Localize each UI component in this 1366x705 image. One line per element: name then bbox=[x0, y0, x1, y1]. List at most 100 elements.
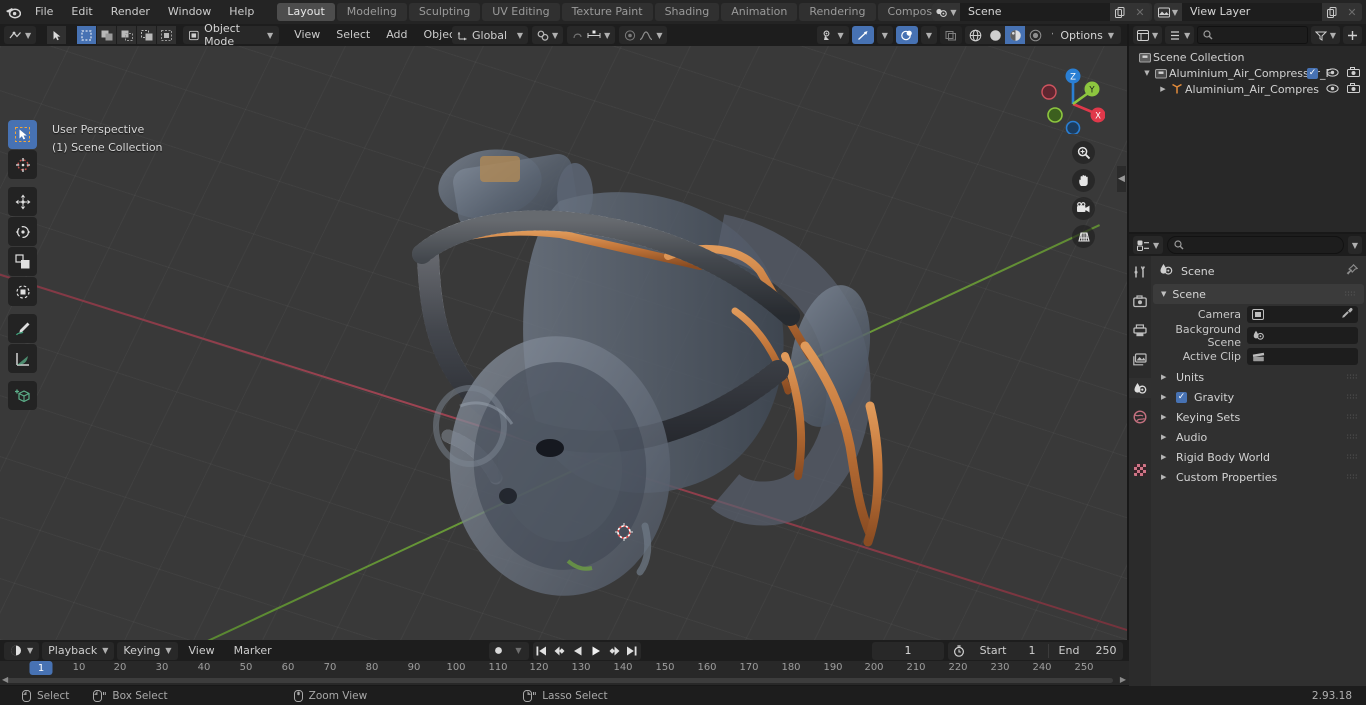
properties-options-button[interactable]: ▼ bbox=[1347, 236, 1362, 254]
xray-toggle-button[interactable] bbox=[940, 26, 962, 44]
material-preview-button[interactable] bbox=[1005, 26, 1025, 44]
subpanel-custom-properties[interactable]: ▶ Custom Properties ∷∷ bbox=[1151, 467, 1366, 487]
rendered-shading-button[interactable] bbox=[1025, 26, 1045, 44]
outliner-search-input[interactable] bbox=[1197, 26, 1308, 44]
viewport-menu-select[interactable]: Select bbox=[328, 26, 378, 44]
stopwatch-icon[interactable] bbox=[948, 644, 970, 657]
eyedropper-icon[interactable] bbox=[1341, 307, 1353, 322]
remove-view-layer-button[interactable]: ✕ bbox=[1342, 3, 1362, 21]
end-frame-value[interactable]: 250 bbox=[1089, 644, 1123, 657]
properties-editor-type-button[interactable]: ▼ bbox=[1133, 236, 1164, 254]
snap-toggle-group[interactable]: ▼ bbox=[567, 26, 616, 44]
tab-uv-editing[interactable]: UV Editing bbox=[482, 3, 560, 21]
annotate-tool[interactable] bbox=[8, 314, 37, 343]
auto-keying-dropdown[interactable]: ▼ bbox=[509, 642, 529, 660]
menu-edit[interactable]: Edit bbox=[62, 0, 101, 24]
gravity-checkbox[interactable]: ✓ bbox=[1176, 391, 1187, 403]
jump-to-next-keyframe-button[interactable] bbox=[605, 642, 623, 660]
play-reverse-button[interactable] bbox=[569, 642, 587, 660]
viewport-menu-view[interactable]: View bbox=[286, 26, 328, 44]
object-mode-selector[interactable]: Object Mode ▼ bbox=[183, 22, 280, 48]
view-layer-icon[interactable]: ▼ bbox=[1154, 3, 1182, 21]
play-button[interactable] bbox=[587, 642, 605, 660]
texture-tab[interactable] bbox=[1129, 460, 1151, 480]
measure-tool[interactable] bbox=[8, 344, 37, 373]
tool-tab[interactable] bbox=[1129, 262, 1151, 282]
new-view-layer-button[interactable] bbox=[1322, 3, 1342, 21]
eye-icon[interactable] bbox=[1326, 83, 1339, 96]
camera-field[interactable] bbox=[1247, 306, 1358, 323]
expand-triangle-icon[interactable]: ▶ bbox=[1157, 85, 1169, 93]
tweak-tool-button[interactable] bbox=[47, 26, 67, 44]
current-frame-field[interactable]: 1 bbox=[872, 641, 944, 660]
zoom-view-icon[interactable] bbox=[1072, 141, 1095, 164]
scroll-right-icon[interactable]: ▶ bbox=[1120, 675, 1126, 684]
cursor-tool[interactable] bbox=[8, 150, 37, 179]
timeline-ruler[interactable]: 1 10 20 30 40 50 60 70 80 90 100 110 120… bbox=[0, 661, 1129, 677]
transform-tool[interactable] bbox=[8, 277, 37, 306]
tab-animation[interactable]: Animation bbox=[721, 3, 798, 21]
scene-panel-header[interactable]: ▼ Scene ∷∷ bbox=[1153, 284, 1364, 304]
subpanel-units[interactable]: ▶ Units ∷∷ bbox=[1151, 367, 1366, 387]
collection-checkbox[interactable]: ✓ bbox=[1307, 67, 1318, 79]
new-scene-button[interactable] bbox=[1110, 3, 1130, 21]
expand-triangle-icon[interactable]: ▶ bbox=[1161, 413, 1169, 421]
tab-layout[interactable]: Layout bbox=[277, 3, 335, 21]
view-layer-tab[interactable] bbox=[1129, 349, 1151, 369]
eye-icon[interactable] bbox=[1326, 67, 1339, 80]
scale-tool[interactable] bbox=[8, 247, 37, 276]
outliner-row-scene-collection[interactable]: Scene Collection bbox=[1129, 49, 1366, 65]
scene-icon[interactable]: ▼ bbox=[932, 3, 960, 21]
overlays-dropdown[interactable]: ▼ bbox=[920, 26, 937, 44]
transform-orientation-selector[interactable]: Global ▼ bbox=[452, 26, 528, 44]
active-clip-field[interactable] bbox=[1247, 348, 1358, 365]
output-tab[interactable] bbox=[1129, 320, 1151, 340]
select-invert-button[interactable] bbox=[137, 26, 157, 44]
expand-triangle-icon[interactable]: ▶ bbox=[1161, 393, 1169, 401]
visibility-selector[interactable]: ▼ bbox=[816, 26, 849, 44]
rotate-tool[interactable] bbox=[8, 217, 37, 246]
gizmo-dropdown[interactable]: ▼ bbox=[876, 26, 893, 44]
expand-triangle-icon[interactable]: ▶ bbox=[1161, 473, 1169, 481]
blender-logo-icon[interactable] bbox=[0, 0, 26, 24]
options-button[interactable]: Options ▼ bbox=[1053, 26, 1121, 44]
view-layer-selector[interactable]: ▼ View Layer ✕ bbox=[1154, 3, 1362, 21]
scene-tab[interactable] bbox=[1129, 378, 1151, 398]
overlays-toggle-button[interactable] bbox=[895, 26, 918, 44]
outliner-row-compressor-collection[interactable]: ▼ Aluminium_Air_Compressor_F ✓ bbox=[1129, 65, 1366, 81]
solid-shading-button[interactable] bbox=[985, 26, 1005, 44]
outliner-editor-type-button[interactable]: ▼ bbox=[1133, 26, 1163, 44]
expand-triangle-icon[interactable]: ▶ bbox=[1161, 433, 1169, 441]
outliner-filter-button[interactable]: ▼ bbox=[1310, 26, 1340, 44]
auto-keyframe-button[interactable] bbox=[489, 642, 509, 660]
remove-scene-button[interactable]: ✕ bbox=[1130, 3, 1150, 21]
compressor-model[interactable] bbox=[400, 106, 930, 606]
tab-texture-paint[interactable]: Texture Paint bbox=[561, 3, 653, 21]
menu-file[interactable]: File bbox=[26, 0, 62, 24]
expand-triangle-icon[interactable]: ▶ bbox=[1161, 373, 1169, 381]
gizmo-toggle-button[interactable] bbox=[851, 26, 874, 44]
outliner-display-mode-button[interactable]: ▼ bbox=[1165, 26, 1195, 44]
scroll-left-icon[interactable]: ◀ bbox=[2, 675, 8, 684]
outliner-new-collection-button[interactable] bbox=[1343, 26, 1362, 44]
viewport-menu-add[interactable]: Add bbox=[378, 26, 415, 44]
scene-selector[interactable]: ▼ Scene ✕ bbox=[932, 3, 1150, 21]
playhead[interactable]: 1 bbox=[29, 661, 53, 675]
tab-rendering[interactable]: Rendering bbox=[799, 3, 876, 21]
wireframe-shading-button[interactable] bbox=[965, 26, 985, 44]
subpanel-rigid-body-world[interactable]: ▶ Rigid Body World ∷∷ bbox=[1151, 447, 1366, 467]
subpanel-audio[interactable]: ▶ Audio ∷∷ bbox=[1151, 427, 1366, 447]
view-layer-name-field[interactable]: View Layer bbox=[1182, 3, 1322, 21]
3d-viewport[interactable]: User Perspective (1) Scene Collection Z … bbox=[0, 46, 1127, 640]
background-scene-field[interactable] bbox=[1247, 327, 1358, 344]
outliner-row-compressor-object[interactable]: ▶ Aluminium_Air_Compres bbox=[1129, 81, 1366, 97]
camera-icon[interactable] bbox=[1347, 66, 1360, 80]
tab-shading[interactable]: Shading bbox=[654, 3, 720, 21]
jump-to-prev-keyframe-button[interactable] bbox=[551, 642, 569, 660]
menu-help[interactable]: Help bbox=[220, 0, 263, 24]
expand-triangle-icon[interactable]: ▼ bbox=[1141, 69, 1153, 77]
subpanel-keying-sets[interactable]: ▶ Keying Sets ∷∷ bbox=[1151, 407, 1366, 427]
pin-icon[interactable] bbox=[1346, 263, 1359, 279]
viewport-sidebar-toggle[interactable]: ◀ bbox=[1117, 166, 1126, 192]
proportional-editing-group[interactable]: ▼ bbox=[619, 26, 668, 44]
